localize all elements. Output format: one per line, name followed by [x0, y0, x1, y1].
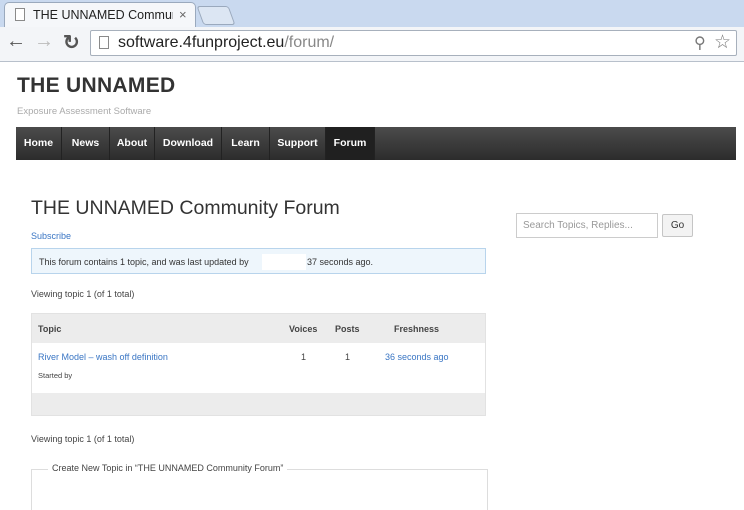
nav-item-forum[interactable]: Forum	[326, 127, 375, 160]
reload-icon[interactable]: ↻	[63, 30, 80, 55]
table-row: River Model – wash off definition Starte…	[32, 343, 485, 393]
subscribe-link[interactable]: Subscribe	[31, 231, 71, 241]
notice-time: 37 seconds ago.	[307, 257, 374, 267]
new-tab-button[interactable]	[196, 6, 236, 25]
browser-tab-strip: THE UNNAMED Community Forum ×	[0, 0, 744, 28]
column-topic: Topic	[38, 324, 62, 334]
forward-arrow-icon[interactable]: →	[34, 30, 54, 53]
new-topic-form	[31, 469, 488, 510]
browser-tab[interactable]: THE UNNAMED Community Forum ×	[4, 2, 196, 28]
url-text[interactable]: software.4funproject.eu/forum/	[118, 34, 334, 52]
topics-table: Topic Voices Posts Freshness River Model…	[31, 313, 486, 416]
bookmark-star-icon[interactable]: ☆	[714, 31, 731, 54]
started-by-label: Started by	[38, 371, 73, 380]
column-voices: Voices	[289, 324, 318, 334]
browser-toolbar: ← → ↻ software.4funproject.eu/forum/ ⚲ ☆	[0, 27, 744, 62]
site-description: Exposure Assessment Software	[17, 106, 152, 117]
nav-item-home[interactable]: Home	[16, 127, 62, 160]
nav-item-download[interactable]: Download	[155, 127, 222, 160]
column-freshness: Freshness	[394, 324, 440, 334]
voices-count: 1	[301, 352, 307, 362]
url-host: software.4funproject.eu	[118, 34, 285, 51]
search-input[interactable]	[516, 213, 658, 238]
main-navigation: Home News About Download Learn Support F…	[16, 127, 736, 160]
page-icon	[99, 36, 109, 49]
redacted-author	[262, 254, 306, 270]
table-footer	[32, 393, 485, 415]
nav-item-support[interactable]: Support	[270, 127, 326, 160]
search-icon[interactable]: ⚲	[694, 33, 706, 53]
tab-title: THE UNNAMED Community Forum	[33, 8, 173, 22]
address-bar[interactable]: software.4funproject.eu/forum/ ⚲ ☆	[90, 30, 737, 56]
site-title[interactable]: THE UNNAMED	[17, 74, 175, 98]
nav-item-learn[interactable]: Learn	[222, 127, 270, 160]
table-header: Topic Voices Posts Freshness	[32, 314, 485, 343]
forum-title: THE UNNAMED Community Forum	[31, 197, 340, 219]
posts-count: 1	[345, 352, 351, 362]
redacted-author	[394, 367, 438, 383]
url-path: /forum/	[284, 34, 335, 51]
topic-link[interactable]: River Model – wash off definition	[38, 352, 168, 362]
column-posts: Posts	[335, 324, 360, 334]
pagination-count: Viewing topic 1 (of 1 total)	[31, 289, 135, 299]
back-arrow-icon[interactable]: ←	[6, 30, 26, 53]
search-go-button[interactable]: Go	[662, 214, 693, 237]
nav-item-news[interactable]: News	[62, 127, 110, 160]
new-topic-legend: Create New Topic in “THE UNNAMED Communi…	[48, 463, 288, 473]
page-icon	[15, 8, 25, 21]
freshness-link[interactable]: 36 seconds ago	[385, 352, 449, 362]
redacted-author	[72, 367, 122, 383]
pagination-count-bottom: Viewing topic 1 (of 1 total)	[31, 434, 135, 444]
close-tab-icon[interactable]: ×	[179, 7, 187, 22]
nav-item-about[interactable]: About	[110, 127, 155, 160]
notice-text: This forum contains 1 topic, and was las…	[39, 257, 249, 267]
forum-info-notice: This forum contains 1 topic, and was las…	[31, 248, 486, 274]
